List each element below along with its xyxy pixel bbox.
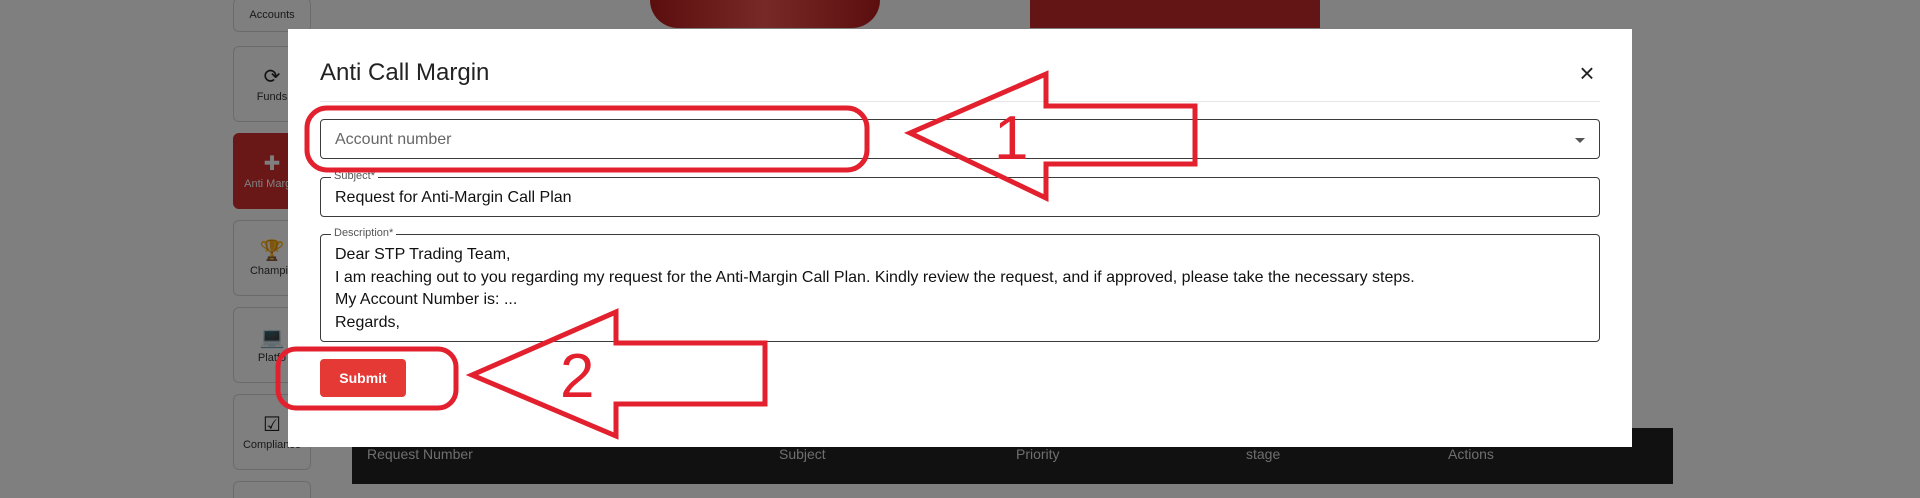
step-number-2: 2	[560, 342, 595, 411]
account-number-select[interactable]: Account number	[320, 119, 1600, 159]
subject-value: Request for Anti-Margin Call Plan	[335, 189, 572, 206]
description-line: I am reaching out to you regarding my re…	[335, 268, 1415, 286]
anti-call-margin-dialog: Anti Call Margin × Account number Subjec…	[288, 29, 1632, 447]
description-textarea[interactable]: Description* Dear STP Trading Team, I am…	[320, 227, 1600, 342]
description-line: My Account Number is: ...	[335, 291, 518, 308]
account-number-placeholder: Account number	[335, 131, 452, 148]
description-line: Dear STP Trading Team,	[335, 246, 511, 263]
chevron-down-icon[interactable]	[1575, 138, 1585, 143]
description-label: Description*	[331, 227, 397, 239]
submit-button[interactable]: Submit	[320, 359, 406, 397]
divider	[320, 101, 1600, 102]
dialog-title: Anti Call Margin	[320, 59, 490, 86]
description-line: Regards,	[335, 313, 400, 331]
subject-field[interactable]: Subject* Request for Anti-Margin Call Pl…	[320, 170, 1600, 217]
step-number-1: 1	[994, 104, 1029, 173]
close-icon[interactable]: ×	[1573, 59, 1601, 87]
subject-label: Subject*	[331, 170, 378, 182]
